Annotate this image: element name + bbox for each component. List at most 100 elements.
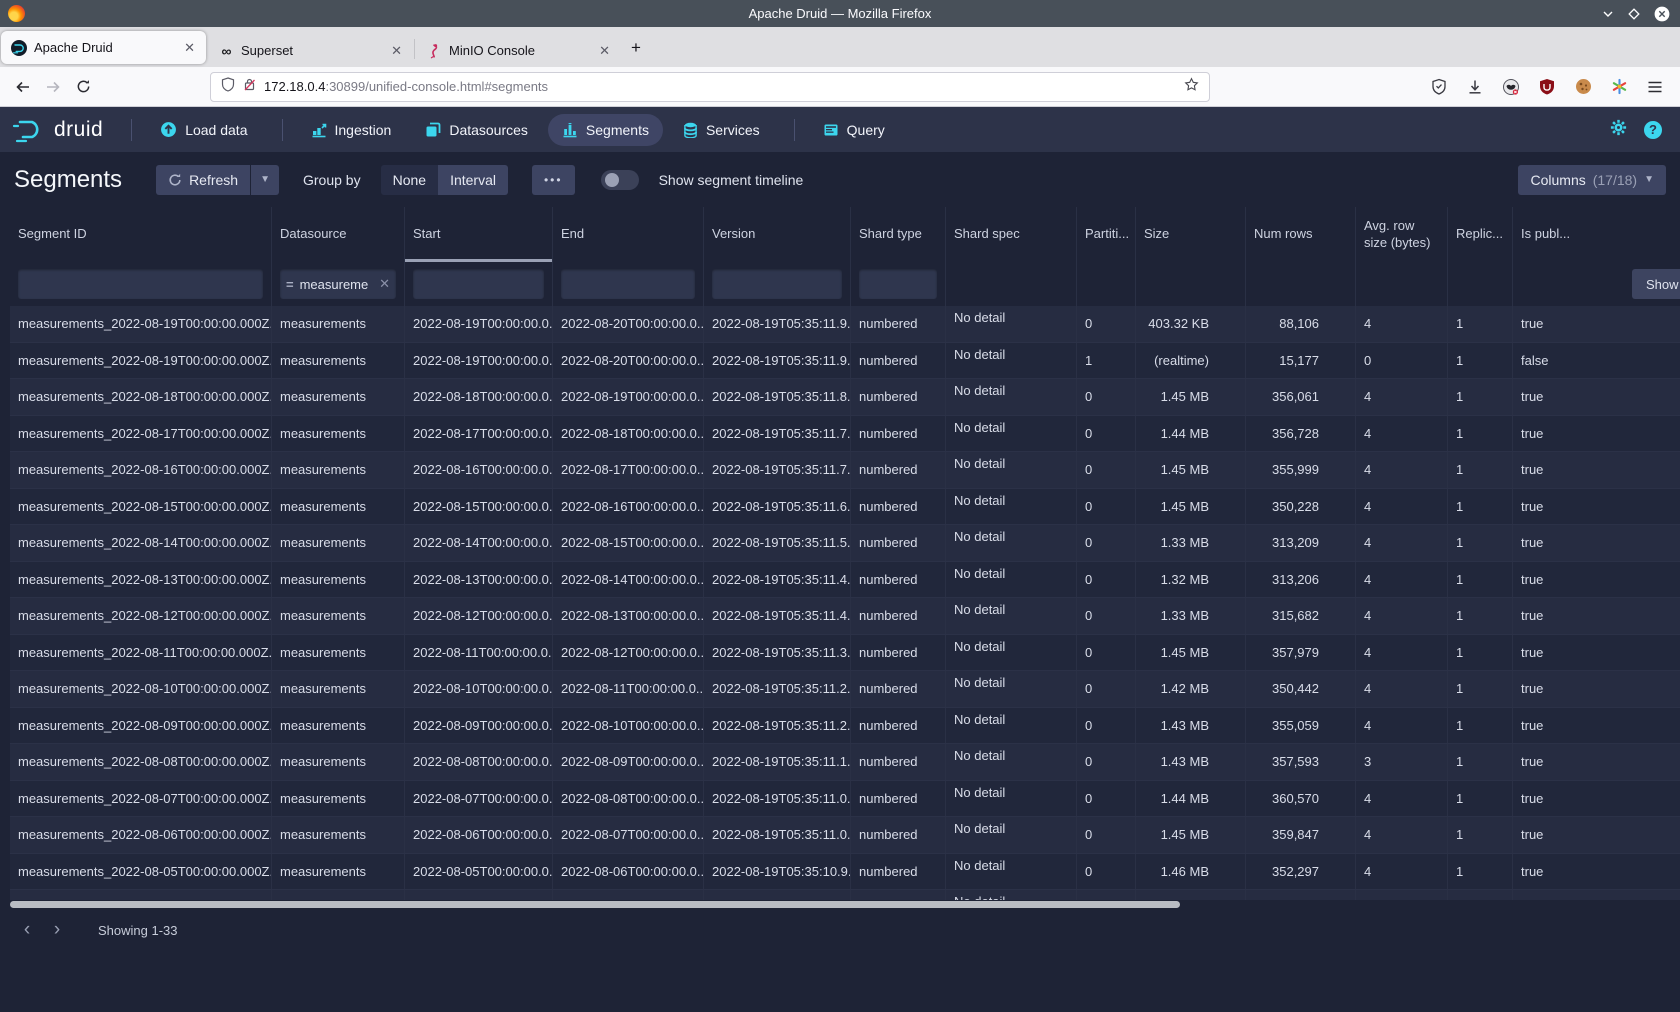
column-header-size[interactable]: Size	[1136, 207, 1246, 262]
filter-input-segment-id[interactable]	[18, 269, 263, 299]
cookie-icon[interactable]	[1572, 76, 1594, 98]
nav-item-ingestion[interactable]: Ingestion	[297, 114, 406, 146]
table-row[interactable]: measurements_2022-08-19T00:00:00.000Z...…	[10, 343, 1680, 380]
table-row[interactable]: measurements_2022-08-05T00:00:00.000Z...…	[10, 854, 1680, 891]
cell-is-publ: true	[1513, 379, 1680, 415]
close-tab-icon[interactable]: ✕	[181, 40, 198, 56]
refresh-dropdown-button[interactable]: ▼	[251, 165, 279, 195]
multicolor-asterisk-icon[interactable]	[1608, 76, 1630, 98]
maximize-icon[interactable]	[1628, 8, 1640, 20]
nav-item-query[interactable]: Query	[809, 114, 899, 146]
help-icon[interactable]: ?	[1644, 121, 1662, 139]
table-row[interactable]: measurements_2022-08-10T00:00:00.000Z...…	[10, 671, 1680, 708]
cell-segment-id: measurements_2022-08-09T00:00:00.000Z...	[10, 708, 272, 744]
filter-taginput-datasource[interactable]: =measureme✕	[280, 269, 396, 299]
next-page-button[interactable]: ›	[44, 917, 70, 943]
cell-start: 2022-08-07T00:00:00.0...	[405, 781, 553, 817]
column-header-version[interactable]: Version	[704, 207, 851, 262]
cell-shard-spec: No detail	[946, 562, 1077, 598]
tab-minio-console[interactable]: MinIO Console✕	[416, 34, 621, 67]
druid-logo[interactable]: druid	[12, 117, 103, 143]
nav-item-load-data[interactable]: Load data	[146, 113, 261, 146]
more-options-button[interactable]: •••	[532, 165, 575, 195]
table-row[interactable]: measurements_2022-08-09T00:00:00.000Z...…	[10, 708, 1680, 745]
tracking-shield-icon[interactable]	[221, 77, 235, 97]
table-row[interactable]: measurements_2022-08-14T00:00:00.000Z...…	[10, 525, 1680, 562]
prev-page-button[interactable]: ‹	[14, 917, 40, 943]
download-icon[interactable]	[1464, 76, 1486, 98]
group-by-option-interval[interactable]: Interval	[438, 165, 508, 195]
table-row[interactable]: measurements_2022-08-19T00:00:00.000Z...…	[10, 306, 1680, 343]
table-row[interactable]: measurements_2022-08-15T00:00:00.000Z...…	[10, 489, 1680, 526]
table-row[interactable]: No detail	[10, 890, 1680, 900]
nav-item-label: Services	[706, 122, 760, 138]
tab-superset[interactable]: ∞Superset✕	[208, 34, 413, 67]
column-header-shard-type[interactable]: Shard type	[851, 207, 946, 262]
group-by-option-none[interactable]: None	[381, 165, 438, 195]
close-tab-icon[interactable]: ✕	[388, 43, 405, 59]
ublock-icon[interactable]	[1536, 76, 1558, 98]
reload-button[interactable]	[68, 72, 98, 102]
cell-version: 2022-08-19T05:35:11.5...	[704, 525, 851, 561]
cell-avg-row-size-bytes: 4	[1356, 489, 1448, 525]
column-header-num-rows[interactable]: Num rows	[1246, 207, 1356, 262]
cell-avg-row-size-bytes: 4	[1356, 598, 1448, 634]
bookmark-star-icon[interactable]	[1184, 77, 1199, 97]
close-window-icon[interactable]	[1654, 6, 1670, 22]
cell-is-publ	[1513, 890, 1680, 900]
remove-filter-icon[interactable]: ✕	[379, 276, 390, 292]
column-header-datasource[interactable]: Datasource	[272, 207, 405, 262]
column-header-partiti[interactable]: Partiti...	[1077, 207, 1136, 262]
cell-replic: 1	[1448, 562, 1513, 598]
table-row[interactable]: measurements_2022-08-16T00:00:00.000Z...…	[10, 452, 1680, 489]
column-header-avg-row-size-bytes[interactable]: Avg. row size (bytes)	[1356, 207, 1448, 262]
back-button[interactable]	[8, 72, 38, 102]
cell-start	[405, 890, 553, 900]
refresh-button[interactable]: Refresh	[156, 165, 250, 195]
forward-button[interactable]	[38, 72, 68, 102]
table-header-row: Segment IDDatasourceStartEndVersionShard…	[10, 207, 1680, 262]
cell-avg-row-size-bytes: 4	[1356, 854, 1448, 890]
url-bar[interactable]: 172.18.0.4:30899/unified-console.html#se…	[210, 72, 1210, 102]
table-row[interactable]: measurements_2022-08-08T00:00:00.000Z...…	[10, 744, 1680, 781]
table-row[interactable]: measurements_2022-08-12T00:00:00.000Z...…	[10, 598, 1680, 635]
table-row[interactable]: measurements_2022-08-11T00:00:00.000Z...…	[10, 635, 1680, 672]
insecure-lock-icon[interactable]	[243, 77, 256, 97]
close-tab-icon[interactable]: ✕	[596, 43, 613, 59]
segment-timeline-toggle[interactable]	[601, 170, 639, 190]
new-tab-button[interactable]: +	[622, 34, 650, 62]
refresh-button-group: Refresh ▼	[156, 165, 279, 195]
filter-cell-shard-type	[851, 262, 946, 306]
minimize-icon[interactable]	[1602, 8, 1614, 20]
table-row[interactable]: measurements_2022-08-17T00:00:00.000Z...…	[10, 416, 1680, 453]
extension-badge-icon[interactable]	[1500, 76, 1522, 98]
table-row[interactable]: measurements_2022-08-07T00:00:00.000Z...…	[10, 781, 1680, 818]
filter-input-shard-type[interactable]	[859, 269, 937, 299]
column-header-replic[interactable]: Replic...	[1448, 207, 1513, 262]
table-row[interactable]: measurements_2022-08-06T00:00:00.000Z...…	[10, 817, 1680, 854]
horizontal-scrollbar[interactable]	[0, 900, 1680, 909]
is-published-filter-button[interactable]: Show	[1632, 269, 1680, 299]
menu-icon[interactable]	[1644, 76, 1666, 98]
shield-icon[interactable]	[1428, 76, 1450, 98]
filter-input-end[interactable]	[561, 269, 695, 299]
column-header-start[interactable]: Start	[405, 207, 553, 262]
nav-item-datasources[interactable]: Datasources	[411, 114, 542, 146]
column-header-end[interactable]: End	[553, 207, 704, 262]
scrollbar-thumb[interactable]	[10, 901, 1180, 908]
cell-end: 2022-08-10T00:00:00.0...	[553, 708, 704, 744]
superset-favicon: ∞	[218, 43, 234, 59]
table-row[interactable]: measurements_2022-08-13T00:00:00.000Z...…	[10, 562, 1680, 599]
nav-item-segments[interactable]: Segments	[548, 114, 663, 146]
column-header-shard-spec[interactable]: Shard spec	[946, 207, 1077, 262]
tab-apache-druid[interactable]: Apache Druid✕	[1, 31, 206, 64]
table-row[interactable]: measurements_2022-08-18T00:00:00.000Z...…	[10, 379, 1680, 416]
column-header-is-publ[interactable]: Is publ...	[1513, 207, 1680, 262]
columns-picker-button[interactable]: Columns (17/18) ▼	[1518, 165, 1666, 195]
cell-shard-spec: No detail	[946, 598, 1077, 634]
settings-gear-icon[interactable]	[1609, 118, 1628, 142]
nav-item-services[interactable]: Services	[669, 114, 774, 146]
filter-input-version[interactable]	[712, 269, 842, 299]
filter-input-start[interactable]	[413, 269, 544, 299]
column-header-segment-id[interactable]: Segment ID	[10, 207, 272, 262]
